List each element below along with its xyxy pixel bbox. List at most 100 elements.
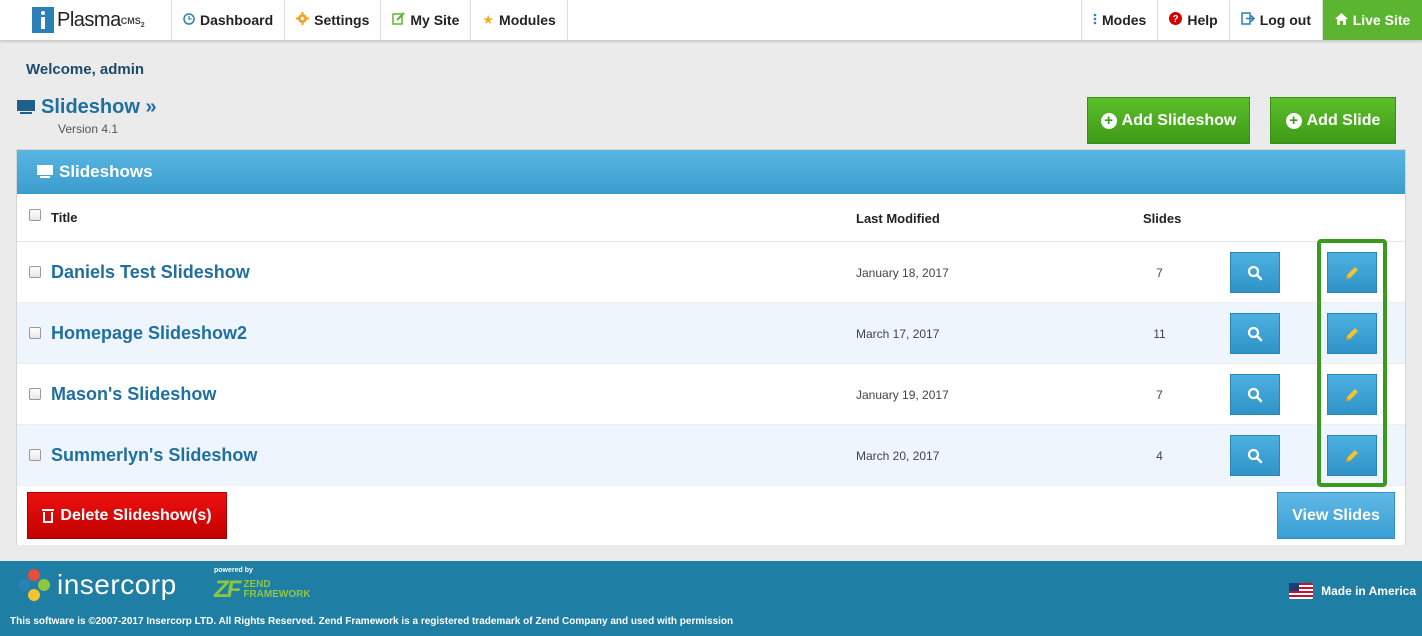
last-modified: January 18, 2017 xyxy=(856,266,949,280)
view-slides-button[interactable]: View Slides xyxy=(1277,492,1395,539)
panel-footer: Delete Slideshow(s) View Slides xyxy=(17,487,1405,545)
row-checkbox[interactable] xyxy=(29,388,41,400)
pencil-icon xyxy=(1346,327,1358,340)
nav-my-site-label: My Site xyxy=(410,12,460,28)
svg-text:?: ? xyxy=(1173,14,1179,25)
logo-sub: 2 xyxy=(140,21,145,29)
zend-line2: FRAMEWORK xyxy=(243,589,311,600)
select-all-checkbox[interactable] xyxy=(29,209,41,221)
search-icon xyxy=(1247,387,1263,402)
add-slide-label: Add Slide xyxy=(1306,111,1381,129)
logout-icon xyxy=(1240,12,1255,28)
pencil-icon xyxy=(1346,388,1358,401)
plasma-logo[interactable]: Plasma CMS2 xyxy=(0,0,172,40)
search-icon xyxy=(1247,448,1263,463)
view-button[interactable] xyxy=(1230,252,1280,293)
copyright-text: This software is ©2007-2017 Insercorp LT… xyxy=(10,616,734,627)
help-icon: ? xyxy=(1169,12,1183,28)
add-slide-button[interactable]: + Add Slide xyxy=(1270,97,1396,144)
edit-button[interactable] xyxy=(1327,252,1377,293)
powered-by-text: powered by xyxy=(214,567,253,574)
nav-settings[interactable]: Settings xyxy=(285,0,382,40)
nav-modules[interactable]: ★ Modules xyxy=(471,0,568,40)
slide-count: 4 xyxy=(1156,449,1163,463)
pencil-icon xyxy=(1346,449,1358,462)
column-slides: Slides xyxy=(1143,211,1182,226)
nav-modules-label: Modules xyxy=(499,12,556,28)
row-checkbox[interactable] xyxy=(29,266,41,278)
logo-sup: CMS xyxy=(120,15,141,26)
nav-modes-label: Modes xyxy=(1102,12,1147,28)
slideshow-title-link[interactable]: Daniels Test Slideshow xyxy=(51,262,250,283)
page-title: Slideshow » xyxy=(17,96,157,119)
row-checkbox[interactable] xyxy=(29,327,41,339)
slideshows-panel: Slideshows Title Last Modified Slides Da… xyxy=(16,149,1406,545)
edit-button[interactable] xyxy=(1327,435,1377,476)
view-button[interactable] xyxy=(1230,435,1280,476)
nav-help[interactable]: ? Help xyxy=(1157,0,1228,40)
made-in-text: Made in America xyxy=(1321,584,1416,598)
gear-icon xyxy=(296,12,310,28)
slideshow-title-link[interactable]: Homepage Slideshow2 xyxy=(51,323,247,344)
nav-modes[interactable]: Modes xyxy=(1081,0,1157,40)
info-logo-icon xyxy=(32,7,54,33)
row-checkbox[interactable] xyxy=(29,449,41,461)
add-slideshow-label: Add Slideshow xyxy=(1121,111,1237,129)
table-row: Summerlyn's Slideshow March 20, 2017 4 xyxy=(17,425,1405,486)
edit-button[interactable] xyxy=(1327,374,1377,415)
table-row: Mason's Slideshow January 19, 2017 7 xyxy=(17,364,1405,425)
nav-live-site-label: Live Site xyxy=(1352,12,1411,28)
slideshow-icon xyxy=(37,165,53,179)
last-modified: March 17, 2017 xyxy=(856,327,940,341)
nav-live-site[interactable]: Live Site xyxy=(1322,0,1422,40)
last-modified: January 19, 2017 xyxy=(856,388,949,402)
search-icon xyxy=(1247,265,1263,280)
slide-count: 11 xyxy=(1153,327,1166,341)
view-slides-label: View Slides xyxy=(1292,506,1380,524)
vertical-dots-icon xyxy=(1093,13,1097,28)
footer: insercorp powered by ZF ZEND FRAMEWORK Th… xyxy=(0,561,1422,636)
edit-icon xyxy=(392,12,406,28)
made-in-america: Made in America xyxy=(1289,583,1416,599)
zend-zf-mark: ZF xyxy=(214,576,241,603)
nav-dashboard[interactable]: Dashboard xyxy=(172,0,286,40)
slideshow-icon xyxy=(17,99,35,116)
clock-icon xyxy=(183,12,195,28)
nav-my-site[interactable]: My Site xyxy=(381,0,472,40)
trash-icon xyxy=(42,508,55,523)
delete-slideshows-button[interactable]: Delete Slideshow(s) xyxy=(27,492,227,539)
logo-text: Plasma xyxy=(57,8,121,31)
column-title: Title xyxy=(51,210,78,225)
star-icon: ★ xyxy=(482,12,495,27)
home-icon xyxy=(1334,12,1348,28)
welcome-text: Welcome, admin xyxy=(26,61,145,78)
slideshow-title-link[interactable]: Mason's Slideshow xyxy=(51,384,216,405)
nav-help-label: Help xyxy=(1187,12,1218,28)
add-slideshow-button[interactable]: + Add Slideshow xyxy=(1087,97,1250,144)
pencil-icon xyxy=(1346,266,1358,279)
nav-logout-label: Log out xyxy=(1259,12,1311,28)
plus-circle-icon: + xyxy=(1285,112,1302,129)
view-button[interactable] xyxy=(1230,313,1280,354)
panel-title: Slideshows xyxy=(59,162,153,181)
slide-count: 7 xyxy=(1156,266,1163,280)
nav-right: Modes ? Help Log out Live Site xyxy=(1081,0,1422,40)
zend-framework-logo: powered by ZF ZEND FRAMEWORK xyxy=(214,567,311,604)
insercorp-logo[interactable]: insercorp xyxy=(18,569,177,601)
slideshow-title-link[interactable]: Summerlyn's Slideshow xyxy=(51,445,257,466)
page-title-text[interactable]: Slideshow » xyxy=(41,96,157,119)
table-row: Daniels Test Slideshow January 18, 2017 … xyxy=(17,242,1405,303)
nav-dashboard-label: Dashboard xyxy=(200,12,274,28)
search-icon xyxy=(1247,326,1263,341)
plus-circle-icon: + xyxy=(1100,112,1117,129)
nav-settings-label: Settings xyxy=(314,12,370,28)
edit-button[interactable] xyxy=(1327,313,1377,354)
view-button[interactable] xyxy=(1230,374,1280,415)
table-row: Homepage Slideshow2 March 17, 2017 11 xyxy=(17,303,1405,364)
insercorp-mark-icon xyxy=(18,569,50,601)
delete-label: Delete Slideshow(s) xyxy=(60,506,212,524)
slide-count: 7 xyxy=(1156,388,1163,402)
nav-logout[interactable]: Log out xyxy=(1228,0,1322,40)
us-flag-icon xyxy=(1289,583,1314,599)
panel-header: Slideshows xyxy=(17,150,1405,194)
